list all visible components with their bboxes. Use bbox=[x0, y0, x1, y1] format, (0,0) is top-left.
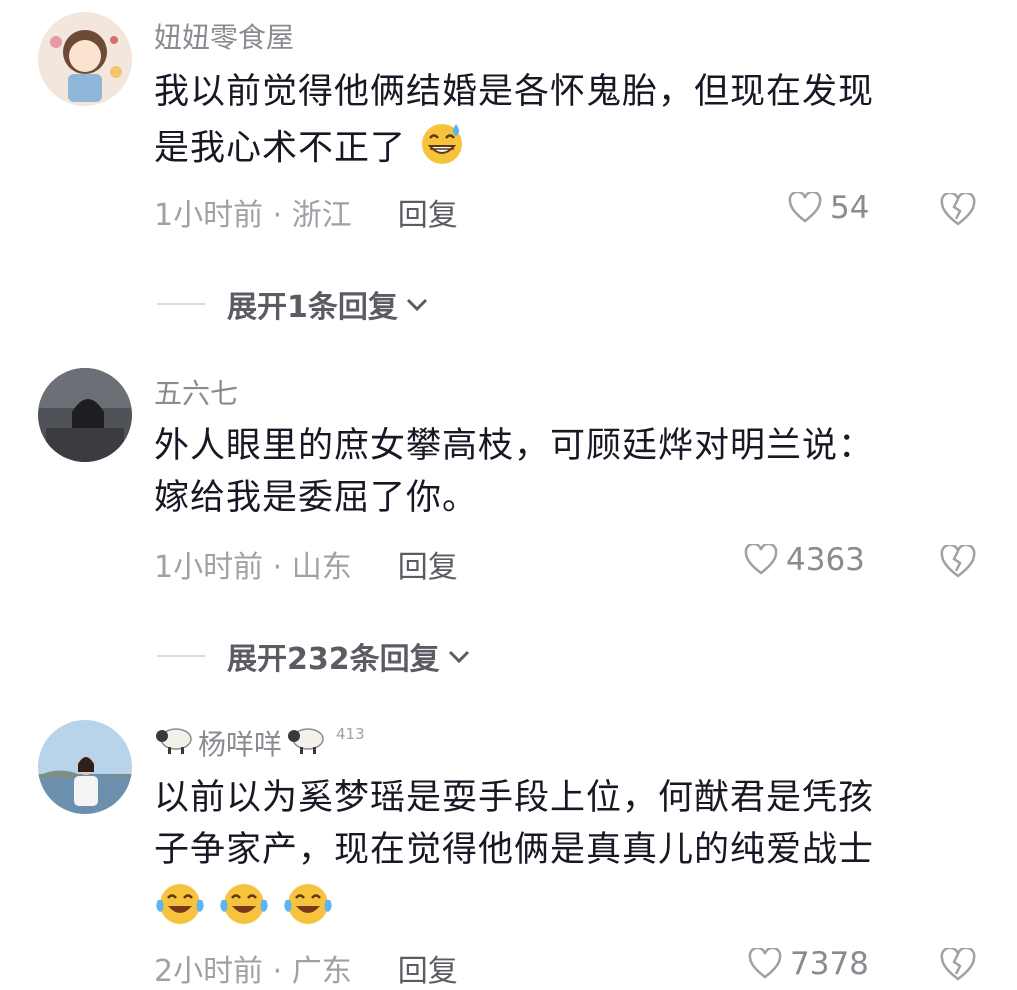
tears-of-joy-emoji bbox=[218, 880, 270, 943]
comment-text: 外人眼里的庶女攀高枝，可顾廷烨对明兰说： 嫁给我是委屈了你。 bbox=[154, 420, 954, 524]
divider-line bbox=[157, 655, 205, 657]
like-button[interactable]: 54 bbox=[788, 190, 869, 226]
timestamp-location: 1小时前 · 山东 bbox=[154, 550, 352, 585]
expand-replies-button[interactable]: 展开1条回复 bbox=[157, 282, 430, 326]
expand-replies-button[interactable]: 展开232条回复 bbox=[157, 634, 472, 678]
broken-heart-icon bbox=[940, 191, 976, 226]
username[interactable]: 五六七 bbox=[154, 372, 238, 412]
broken-heart-icon bbox=[940, 946, 976, 981]
sheep-icon bbox=[154, 722, 194, 763]
comment-meta: 2小时前 · 广东 回复 bbox=[154, 946, 458, 990]
comment-text-line: 以前以为奚梦瑶是耍手段上位，何猷君是凭孩 bbox=[154, 778, 875, 818]
dislike-button[interactable] bbox=[940, 946, 976, 984]
comment-text-line: 嫁给我是委屈了你。 bbox=[154, 478, 479, 518]
sheep-icon bbox=[286, 722, 326, 763]
username[interactable]: 杨咩咩 413 bbox=[154, 722, 365, 763]
timestamp-location: 2小时前 · 广东 bbox=[154, 954, 352, 989]
avatar[interactable] bbox=[38, 368, 132, 462]
like-button[interactable]: 7378 bbox=[748, 946, 869, 982]
comment-text: 我以前觉得他俩结婚是各怀鬼胎，但现在发现 是我心术不正了 bbox=[154, 66, 954, 181]
tears-of-joy-emoji bbox=[282, 880, 334, 943]
dislike-button[interactable] bbox=[940, 191, 976, 229]
broken-heart-icon bbox=[940, 543, 976, 578]
comment-text-line: 外人眼里的庶女攀高枝，可顾廷烨对明兰说： bbox=[154, 426, 875, 466]
comment-text-line: 我以前觉得他俩结婚是各怀鬼胎，但现在发现 bbox=[154, 72, 875, 112]
heart-outline-icon bbox=[748, 948, 782, 979]
avatar[interactable] bbox=[38, 720, 132, 814]
grinning-sweat-emoji bbox=[418, 118, 466, 181]
like-count: 7378 bbox=[790, 946, 869, 982]
like-button[interactable]: 4363 bbox=[744, 542, 865, 578]
dislike-button[interactable] bbox=[940, 543, 976, 581]
avatar[interactable] bbox=[38, 12, 132, 106]
emoji-row bbox=[154, 880, 954, 943]
reply-button[interactable]: 回复 bbox=[398, 190, 458, 234]
comment-text-line: 子争家产，现在觉得他俩是真真儿的纯爱战士 bbox=[154, 830, 875, 870]
like-count: 4363 bbox=[786, 542, 865, 578]
comment-meta: 1小时前 · 山东 回复 bbox=[154, 542, 458, 586]
tears-of-joy-emoji bbox=[154, 880, 206, 943]
timestamp-location: 1小时前 · 浙江 bbox=[154, 198, 352, 233]
chevron-down-icon bbox=[406, 298, 427, 312]
chevron-down-icon bbox=[448, 650, 469, 664]
reply-button[interactable]: 回复 bbox=[398, 946, 458, 990]
heart-outline-icon bbox=[744, 544, 778, 575]
like-count: 54 bbox=[830, 190, 870, 226]
comment-meta: 1小时前 · 浙江 回复 bbox=[154, 190, 458, 234]
heart-outline-icon bbox=[788, 192, 822, 223]
reply-button[interactable]: 回复 bbox=[398, 542, 458, 586]
comment-text: 以前以为奚梦瑶是耍手段上位，何猷君是凭孩 子争家产，现在觉得他俩是真真儿的纯爱战… bbox=[154, 772, 954, 943]
username[interactable]: 妞妞零食屋 bbox=[154, 16, 294, 56]
comment-text-line: 是我心术不正了 bbox=[154, 118, 954, 181]
divider-line bbox=[157, 303, 205, 305]
level-badge: 413 bbox=[336, 724, 365, 743]
